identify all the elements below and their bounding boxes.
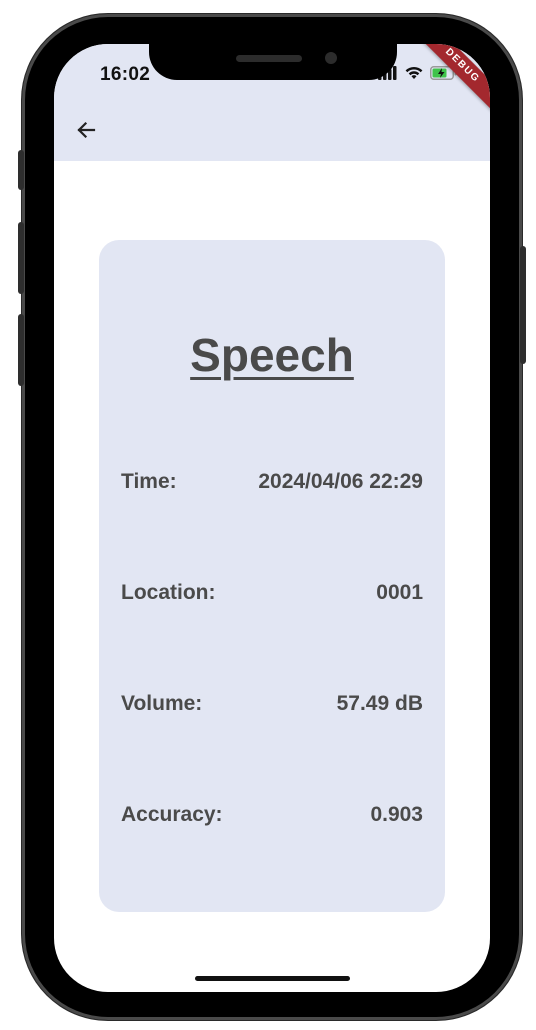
- back-button[interactable]: [72, 116, 100, 144]
- mute-switch: [18, 150, 24, 190]
- location-value: 0001: [376, 581, 423, 604]
- status-time: 16:02: [100, 64, 151, 85]
- volume-up-button: [18, 222, 24, 294]
- notch: [149, 44, 397, 80]
- time-value: 2024/04/06 22:29: [258, 470, 423, 493]
- accuracy-row: Accuracy: 0.903: [121, 803, 423, 827]
- arrow-left-icon: [77, 121, 96, 139]
- location-row: Location: 0001: [121, 581, 423, 605]
- power-button: [520, 246, 526, 364]
- wifi-icon: [404, 66, 424, 85]
- screen: 16:02 DEBUG Speech Time: 2024/04/06 22:2…: [54, 44, 490, 992]
- location-label: Location:: [121, 581, 216, 604]
- volume-down-button: [18, 314, 24, 386]
- accuracy-label: Accuracy:: [121, 803, 223, 826]
- volume-label: Volume:: [121, 692, 203, 715]
- time-label: Time:: [121, 470, 177, 493]
- volume-row: Volume: 57.49 dB: [121, 692, 423, 716]
- time-row: Time: 2024/04/06 22:29: [121, 470, 423, 494]
- volume-value: 57.49 dB: [336, 692, 423, 715]
- speaker: [236, 55, 302, 62]
- speech-card: Speech Time: 2024/04/06 22:29 Location: …: [99, 240, 445, 912]
- app-bar: 16:02 DEBUG: [54, 44, 490, 161]
- front-camera: [325, 52, 337, 64]
- card-title: Speech: [190, 329, 354, 381]
- accuracy-value: 0.903: [370, 803, 423, 826]
- home-indicator[interactable]: [195, 976, 350, 981]
